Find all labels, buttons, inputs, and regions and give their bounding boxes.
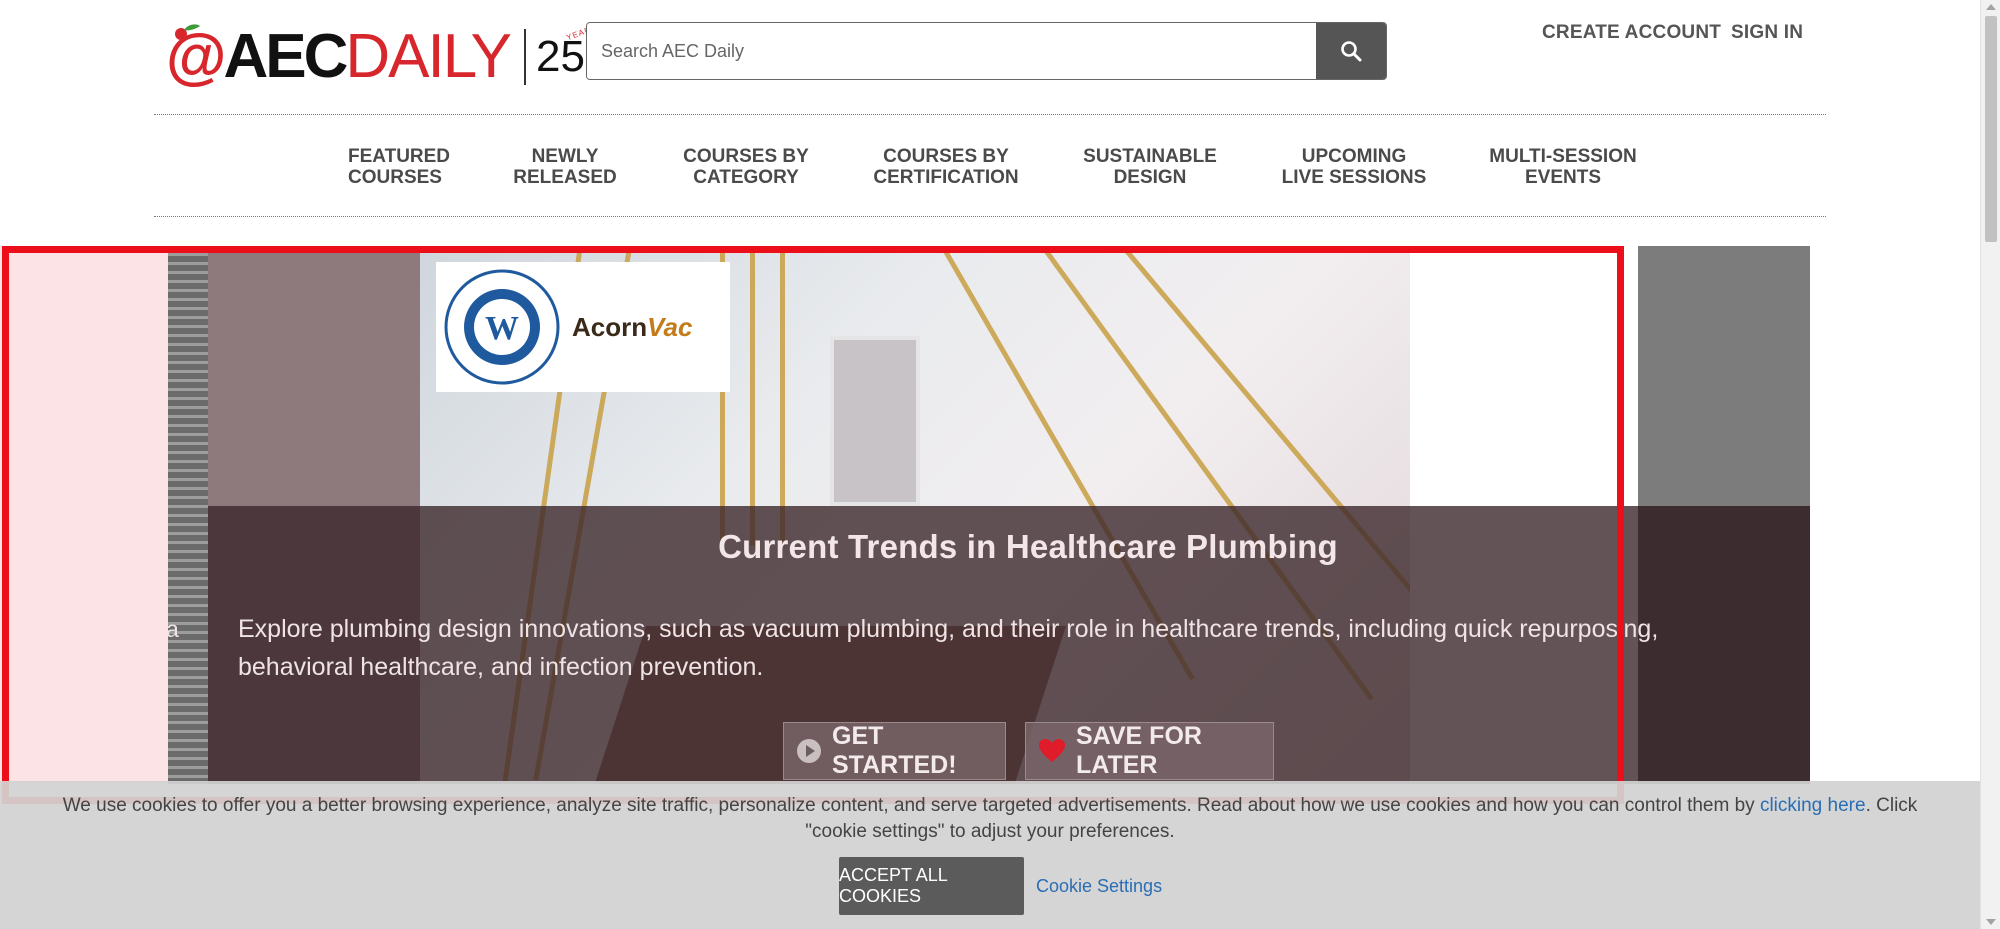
nav-multi-session-events[interactable]: MULTI-SESSION EVENTS [1488,146,1638,188]
cookie-message: We use cookies to offer you a better bro… [30,793,1950,845]
accept-all-cookies-button[interactable]: ACCEPT ALL COOKIES [839,857,1024,915]
heart-icon [1038,738,1066,764]
whitehall-manufacturing-logo-icon: W [444,269,560,385]
aec-daily-logo[interactable]: @AECDAILY 25 YEARS [166,22,599,92]
search-bar [586,22,1387,80]
scrollbar-thumb[interactable] [1985,16,1997,242]
nav-sustainable-design[interactable]: SUSTAINABLE DESIGN [1082,146,1218,188]
nav-courses-by-category[interactable]: COURSES BY CATEGORY [680,146,812,188]
nav-upcoming-live-sessions[interactable]: UPCOMING LIVE SESSIONS [1280,146,1428,188]
create-account-link[interactable]: CREATE ACCOUNT [1542,22,1721,44]
cookie-policy-link[interactable]: clicking here [1760,795,1866,816]
scroll-up-icon[interactable] [1986,4,1996,10]
cookie-text-before: We use cookies to offer you a better bro… [62,795,1760,816]
nav-newly-released[interactable]: NEWLY RELEASED [512,146,618,188]
get-started-button[interactable]: GET STARTED! [783,722,1006,780]
scroll-down-icon[interactable] [1986,919,1996,925]
previous-slide-caption: a [166,616,179,642]
search-button[interactable] [1316,23,1386,79]
previous-slide-image [168,246,208,784]
nav-divider [154,216,1826,217]
save-for-later-button[interactable]: SAVE FOR LATER [1025,722,1274,780]
nav-featured-courses[interactable]: FEATURED COURSES [348,146,450,188]
cookie-settings-link[interactable]: Cookie Settings [1036,876,1162,897]
apple-icon [175,24,200,40]
course-description: Explore plumbing design innovations, suc… [238,615,1659,681]
search-input[interactable] [587,23,1316,79]
brand-wordmark: @AECDAILY [166,22,512,91]
header-divider [154,114,1826,115]
hero-carousel: W AcornVac a Current Trends in Healthcar… [0,246,1810,784]
acornvac-logo: AcornVac [572,311,693,342]
previous-slide-edge[interactable] [0,246,168,784]
cookie-banner: We use cookies to offer you a better bro… [0,781,1980,929]
search-icon [1341,41,1362,62]
logo-divider [523,29,526,85]
sign-in-link[interactable]: SIGN IN [1731,22,1803,44]
nav-courses-by-certification[interactable]: COURSES BY CERTIFICATION [872,146,1020,188]
anniversary-badge: 25 YEARS [535,22,599,81]
sponsor-logos: W AcornVac [436,262,730,392]
svg-text:W: W [485,310,519,347]
course-title[interactable]: Current Trends in Healthcare Plumbing [208,528,1848,566]
page-scrollbar[interactable] [1980,0,2000,929]
play-circle-icon [796,738,822,764]
